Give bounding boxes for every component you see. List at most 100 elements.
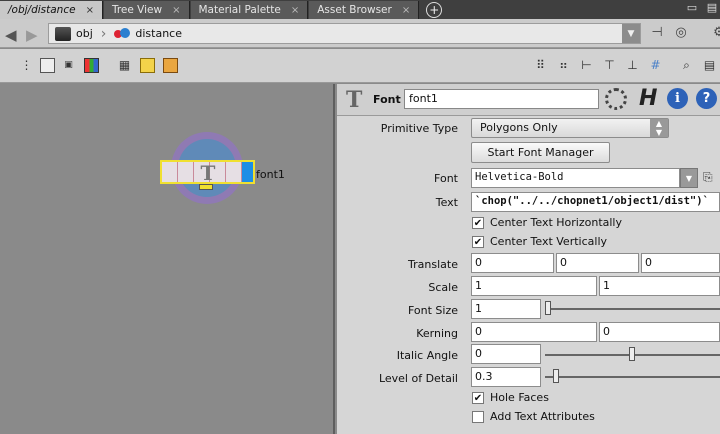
gear-icon[interactable]: ⚙ (710, 25, 720, 43)
add-text-attributes-label: Add Text Attributes (490, 410, 595, 423)
kerning-y-field[interactable]: 0 (599, 322, 720, 342)
scale-x-field[interactable]: 1 (471, 276, 597, 296)
close-icon[interactable]: × (172, 5, 180, 16)
link-icon[interactable]: ◎ (672, 25, 690, 43)
hole-faces-checkbox[interactable]: ✔ (472, 392, 484, 404)
color-palette-icon[interactable] (84, 58, 99, 73)
node-type-label: Font (373, 93, 401, 106)
font-dropdown-button[interactable]: ▼ (680, 168, 698, 188)
level-of-detail-label: Level of Detail (378, 372, 458, 385)
help-icon[interactable]: ? (696, 88, 717, 109)
display-options-icon[interactable]: ▤ (702, 58, 717, 73)
parameter-editor: T Font font1 H i ? Primitive Type Polygo… (337, 84, 720, 434)
path-dropdown-button[interactable]: ▼ (622, 24, 640, 43)
font-operator-icon[interactable]: T (346, 87, 368, 113)
level-of-detail-slider-handle[interactable] (553, 369, 559, 383)
node-name-field[interactable]: font1 (404, 89, 599, 109)
tree-icon[interactable]: ⋮ (19, 58, 34, 73)
center-horizontally-label: Center Text Horizontally (490, 216, 622, 229)
path-crumb-label: obj (76, 27, 93, 40)
network-toolbar: ⋮ ▣ ▦ ⠿ ⠶ ⊢ ⊤ ⊥ # ⌕ ▤ (0, 49, 720, 83)
layout-tree-icon[interactable]: ⊢ (579, 58, 594, 73)
node-bypass-flag[interactable] (162, 162, 178, 182)
level-of-detail-slider[interactable] (545, 376, 720, 378)
translate-y-field[interactable]: 0 (556, 253, 639, 273)
translate-label: Translate (408, 258, 458, 271)
list-view-icon[interactable] (40, 58, 55, 73)
font-field[interactable]: Helvetica-Bold (471, 168, 680, 188)
font-node-icon: T (200, 161, 216, 185)
text-field[interactable]: `chop("../../chopnet1/object1/dist")` (471, 192, 720, 212)
tab-label: Material Palette (198, 4, 281, 16)
italic-angle-label: Italic Angle (396, 349, 458, 362)
pane-menu-icon[interactable]: ▤ (704, 1, 720, 17)
kerning-label: Kerning (416, 327, 458, 340)
add-tab-icon[interactable]: + (426, 2, 443, 18)
add-text-attributes-checkbox[interactable] (472, 411, 484, 423)
primitive-type-menu[interactable]: Polygons Only ▲ ▼ (471, 118, 669, 138)
font-size-slider-handle[interactable] (545, 301, 551, 315)
node-lock-flag[interactable] (178, 162, 194, 182)
grid-icon[interactable]: # (648, 58, 663, 73)
primitive-type-value: Polygons Only (480, 121, 558, 134)
tab-label: Asset Browser (317, 4, 392, 16)
font-label: Font (434, 172, 458, 185)
gear-icon[interactable] (605, 88, 627, 110)
path-crumb-obj[interactable]: obj (49, 24, 99, 43)
node-output-connector[interactable] (199, 184, 213, 190)
file-chooser-icon[interactable]: ⎘ (703, 170, 713, 185)
viewer-icon[interactable]: ▦ (117, 58, 132, 73)
hda-menu-icon[interactable]: H (639, 86, 657, 111)
network-path-field[interactable]: obj › distance ▼ (48, 23, 641, 44)
level-of-detail-field[interactable]: 0.3 (471, 367, 541, 387)
path-crumb-distance[interactable]: distance (108, 24, 188, 43)
tab-label: Tree View (111, 4, 163, 16)
italic-angle-field[interactable]: 0 (471, 344, 541, 364)
info-icon[interactable]: i (667, 88, 688, 109)
font-size-slider[interactable] (545, 308, 720, 310)
text-label: Text (435, 196, 458, 209)
tab-label: /obj/distance (8, 4, 76, 16)
maximize-pane-icon[interactable]: ▭ (684, 1, 700, 17)
center-vertically-checkbox[interactable]: ✔ (472, 236, 484, 248)
parameter-header: T Font font1 H i ? (337, 84, 720, 116)
pane-tab-bar: /obj/distance × Tree View × Material Pal… (0, 0, 720, 19)
network-box-icon[interactable] (163, 58, 178, 73)
font-size-field[interactable]: 1 (471, 299, 541, 319)
layout-horizontal-icon[interactable]: ⠶ (556, 58, 571, 73)
pin-icon[interactable]: ⊣ (648, 25, 666, 43)
back-arrow-icon[interactable]: ◀ (5, 26, 17, 44)
network-editor[interactable]: T font1 (0, 84, 335, 434)
center-horizontally-checkbox[interactable]: ✔ (472, 217, 484, 229)
hole-faces-label: Hole Faces (490, 391, 549, 404)
node-display-flag[interactable] (242, 162, 253, 182)
tab-tree-view[interactable]: Tree View × (103, 1, 190, 19)
translate-z-field[interactable]: 0 (641, 253, 720, 273)
tab-obj-distance[interactable]: /obj/distance × (0, 1, 103, 19)
close-icon[interactable]: × (402, 5, 410, 16)
close-icon[interactable]: × (291, 5, 299, 16)
center-vertically-label: Center Text Vertically (490, 235, 608, 248)
forward-arrow-icon[interactable]: ▶ (26, 26, 38, 44)
node-render-flag[interactable] (226, 162, 242, 182)
node-name-label[interactable]: font1 (256, 168, 285, 181)
zoom-icon[interactable]: ⌕ (679, 58, 694, 73)
chevron-right-icon: › (100, 25, 107, 42)
sticky-note-icon[interactable] (140, 58, 155, 73)
tab-asset-browser[interactable]: Asset Browser × (309, 1, 420, 19)
tab-material-palette[interactable]: Material Palette × (190, 1, 309, 19)
updown-arrow-icon: ▲ ▼ (650, 119, 668, 137)
subnet-object-icon (114, 27, 131, 41)
font-size-label: Font Size (407, 304, 458, 317)
layout-vertical-icon[interactable]: ⠿ (533, 58, 548, 73)
network-view-icon[interactable]: ▣ (61, 58, 76, 73)
path-crumb-label: distance (135, 27, 183, 40)
layout-offset-icon[interactable]: ⊥ (625, 58, 640, 73)
close-icon[interactable]: × (86, 5, 94, 16)
translate-x-field[interactable]: 0 (471, 253, 554, 273)
italic-angle-slider-handle[interactable] (629, 347, 635, 361)
layout-branch-icon[interactable]: ⊤ (602, 58, 617, 73)
start-font-manager-button[interactable]: Start Font Manager (471, 142, 610, 163)
scale-y-field[interactable]: 1 (599, 276, 720, 296)
kerning-x-field[interactable]: 0 (471, 322, 597, 342)
